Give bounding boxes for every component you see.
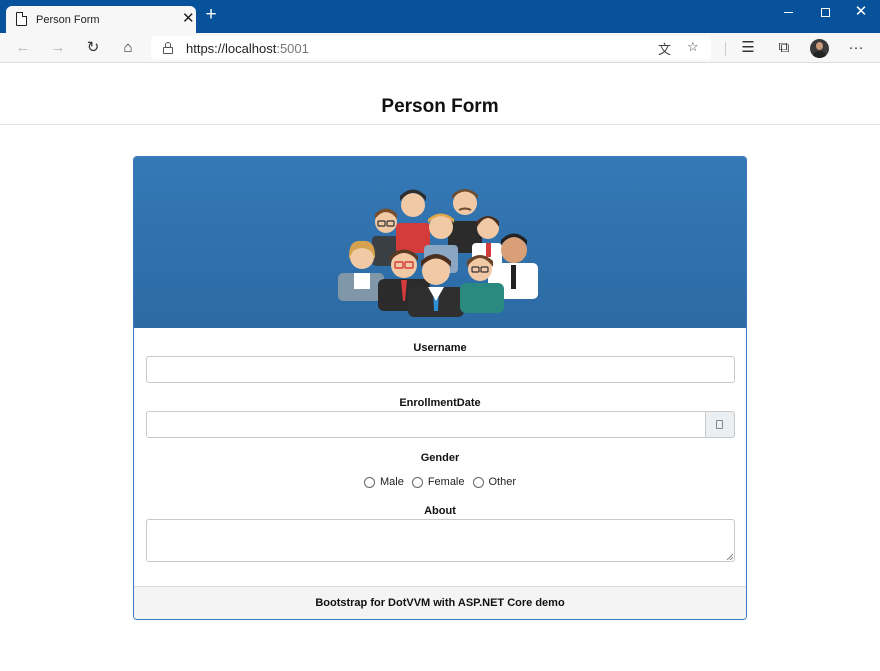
new-tab-button[interactable]: + — [203, 5, 219, 24]
refresh-icon[interactable]: ↻ — [83, 39, 103, 59]
maximize-icon — [820, 8, 830, 18]
username-input[interactable] — [146, 356, 735, 383]
gender-option-female[interactable]: Female — [411, 476, 465, 488]
profile-avatar[interactable] — [810, 39, 829, 58]
more-options-icon[interactable]: ··· — [846, 39, 866, 59]
date-picker-button[interactable] — [705, 411, 735, 438]
page-header: Person Form — [0, 64, 880, 125]
browser-toolbar: ← → ↻ ⌂ https://localhost:5001 文 ☆ ☰ ⧉ ·… — [0, 33, 880, 63]
close-window-button[interactable]: ✕ — [844, 0, 878, 27]
browser-tab[interactable]: Person Form ✕ — [6, 6, 196, 33]
favorite-star-icon[interactable]: ☆ — [687, 39, 699, 55]
resize-handle-icon[interactable] — [726, 553, 733, 560]
url-text[interactable]: https://localhost:5001 — [186, 41, 309, 56]
card-header — [134, 157, 746, 328]
person-back-center — [396, 189, 430, 253]
about-textarea[interactable] — [146, 519, 735, 562]
radio-label: Male — [379, 476, 404, 488]
gender-option-male[interactable]: Male — [363, 476, 404, 488]
lock-icon — [163, 42, 173, 54]
people-group-illustration — [338, 189, 538, 317]
calendar-icon — [716, 420, 723, 429]
collections-icon[interactable]: ⧉ — [774, 39, 794, 59]
toolbar-separator — [725, 42, 726, 56]
translate-icon[interactable]: 文 — [658, 39, 671, 58]
about-label: About — [424, 505, 456, 517]
enrollment-date-label: EnrollmentDate — [399, 397, 481, 409]
home-icon[interactable]: ⌂ — [118, 39, 138, 59]
tab-title: Person Form — [36, 14, 100, 26]
radio-button[interactable] — [363, 476, 375, 488]
radio-button[interactable] — [472, 476, 484, 488]
radio-label: Other — [488, 476, 517, 488]
minimize-button[interactable] — [771, 0, 805, 27]
radio-button[interactable] — [411, 476, 423, 488]
radio-label: Female — [427, 476, 465, 488]
page-title: Person Form — [381, 96, 499, 117]
favorites-icon[interactable]: ☰ — [738, 39, 758, 59]
gender-option-other[interactable]: Other — [472, 476, 517, 488]
gender-radio-group: Male Female Other — [134, 476, 746, 488]
username-label: Username — [413, 342, 467, 354]
card-footer: Bootstrap for DotVVM with ASP.NET Core d… — [134, 586, 746, 619]
address-bar[interactable]: https://localhost:5001 文 ☆ — [151, 36, 711, 60]
browser-titlebar: Person Form ✕ + ✕ — [0, 0, 880, 33]
maximize-button[interactable] — [808, 0, 842, 27]
enrollment-date-input[interactable] — [146, 411, 706, 438]
person-form-card: Username EnrollmentDate Gender Male Fema… — [133, 156, 747, 620]
tab-close-button[interactable]: ✕ — [182, 11, 195, 26]
forward-icon[interactable]: → — [48, 39, 68, 59]
gender-label: Gender — [420, 452, 460, 464]
page-icon — [16, 12, 27, 26]
minimize-icon — [783, 12, 793, 14]
back-icon[interactable]: ← — [13, 39, 33, 59]
